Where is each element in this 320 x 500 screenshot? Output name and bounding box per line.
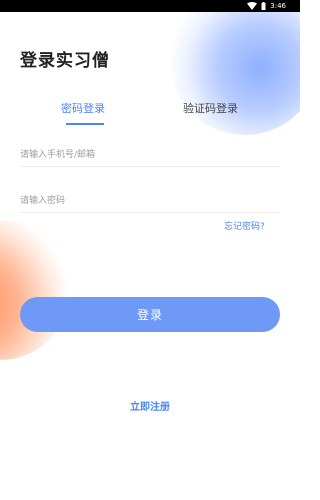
login-screen: 3:46 登录实习僧 密码登录 验证码登录 忘记密码? 登录 立即注册	[0, 0, 300, 500]
status-bar: 3:46	[0, 0, 300, 12]
account-input[interactable]	[20, 144, 280, 167]
login-button[interactable]: 登录	[20, 297, 280, 332]
wifi-icon	[247, 2, 258, 10]
decorative-orange-blob	[0, 220, 70, 360]
status-icons: 3:46	[247, 0, 286, 12]
battery-icon	[261, 2, 266, 10]
page-title: 登录实习僧	[20, 51, 110, 71]
status-time: 3:46	[270, 2, 286, 10]
active-tab-indicator	[66, 123, 104, 125]
password-input[interactable]	[20, 190, 280, 213]
forgot-password-link[interactable]: 忘记密码?	[224, 219, 265, 232]
register-link[interactable]: 立即注册	[0, 398, 300, 413]
tab-password-login[interactable]: 密码登录	[61, 100, 105, 116]
tab-code-login[interactable]: 验证码登录	[183, 100, 238, 116]
